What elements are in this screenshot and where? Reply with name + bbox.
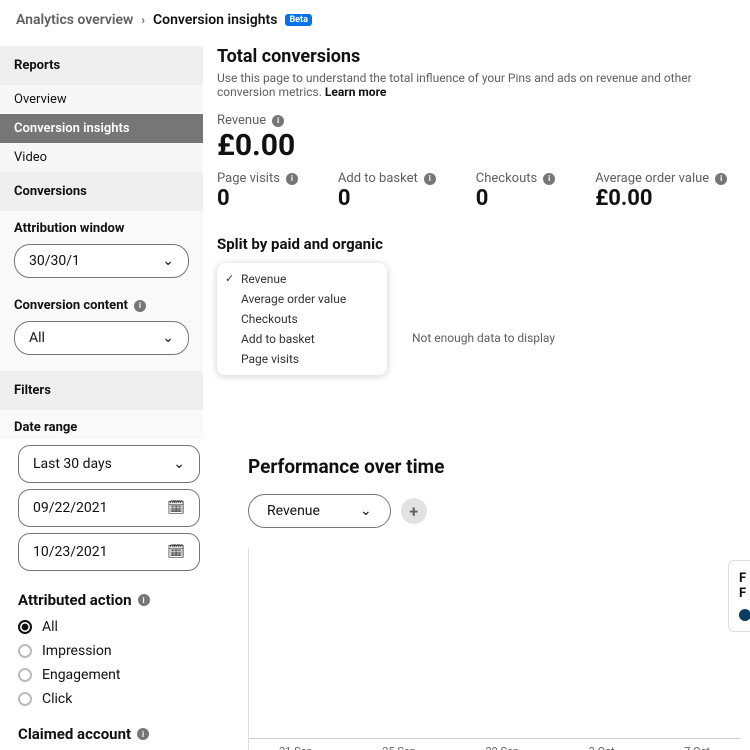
info-icon: i — [137, 728, 149, 740]
main-content: Total conversions Use this page to under… — [203, 46, 750, 439]
breadcrumb-parent[interactable]: Analytics overview — [16, 12, 133, 28]
attribution-window-select[interactable]: 30/30/1 ⌄ — [14, 244, 189, 278]
sidebar-section-filters: Filters — [0, 371, 203, 410]
chevron-down-icon: ⌄ — [173, 456, 185, 472]
metric-average-order-value: Average order valuei £0.00 — [595, 171, 727, 211]
claimed-account-title: Claimed account i — [0, 711, 218, 749]
info-icon: i — [543, 173, 555, 185]
radio-icon — [18, 692, 32, 706]
feedback-widget[interactable]: F F — [728, 560, 750, 632]
sidebar-item-conversion-insights[interactable]: Conversion insights — [0, 114, 203, 143]
conversion-content-label: Conversion content i — [0, 288, 203, 317]
revenue-label: Revenue — [217, 113, 266, 128]
metrics-row: Page visitsi 0 Add to basketi 0 Checkout… — [217, 171, 750, 211]
performance-title: Performance over time — [248, 455, 740, 478]
radio-icon — [18, 668, 32, 682]
performance-metric-select[interactable]: Revenue ⌄ — [248, 494, 391, 528]
sidebar-section-conversions: Conversions — [0, 172, 203, 211]
calendar-icon: 🗓 — [167, 500, 185, 516]
date-range-label: Date range — [0, 410, 203, 439]
dropdown-option-add-to-basket[interactable]: Add to basket — [217, 329, 387, 349]
learn-more-link[interactable]: Learn more — [325, 85, 386, 99]
split-dropdown-menu: Revenue Average order value Checkouts Ad… — [217, 263, 387, 375]
sidebar-section-reports: Reports — [0, 46, 203, 85]
attribution-window-value: 30/30/1 — [29, 253, 80, 269]
dropdown-option-revenue[interactable]: Revenue — [217, 269, 387, 289]
sidebar-item-overview[interactable]: Overview — [0, 85, 203, 114]
info-icon: i — [138, 594, 150, 606]
radio-icon — [18, 620, 32, 634]
revenue-value: £0.00 — [217, 128, 750, 163]
dropdown-option-page-visits[interactable]: Page visits — [217, 349, 387, 369]
split-metric-dropdown[interactable]: Revenue ⌄ Revenue Average order value Ch… — [217, 263, 750, 295]
attributed-action-click[interactable]: Click — [0, 687, 218, 711]
metric-value: 0 — [217, 186, 298, 211]
info-icon: i — [715, 173, 727, 185]
chevron-down-icon: ⌄ — [162, 253, 174, 269]
x-tick: 7 Oct — [684, 745, 710, 750]
date-preset-select[interactable]: Last 30 days ⌄ — [18, 445, 200, 483]
dropdown-option-checkouts[interactable]: Checkouts — [217, 309, 387, 329]
split-section-title: Split by paid and organic — [217, 235, 750, 253]
chevron-right-icon: › — [141, 13, 145, 27]
breadcrumb: Analytics overview › Conversion insights… — [0, 0, 750, 46]
metric-value: 0 — [476, 186, 555, 211]
conversion-content-value: All — [29, 330, 45, 346]
chevron-down-icon: ⌄ — [162, 330, 174, 346]
metric-add-to-basket: Add to basketi 0 — [338, 171, 436, 211]
dropdown-option-aov[interactable]: Average order value — [217, 289, 387, 309]
performance-chart: 21 Sep 25 Sep 29 Sep 3 Oct 7 Oct — [248, 548, 740, 750]
info-icon: i — [286, 173, 298, 185]
breadcrumb-current: Conversion insights — [153, 12, 277, 28]
radio-icon — [18, 644, 32, 658]
sidebar-item-video[interactable]: Video — [0, 143, 203, 172]
x-tick: 25 Sep — [382, 745, 416, 750]
revenue-block: Revenue i £0.00 — [217, 113, 750, 163]
metric-value: 0 — [338, 186, 436, 211]
conversion-content-select[interactable]: All ⌄ — [14, 321, 189, 355]
attributed-action-engagement[interactable]: Engagement — [0, 663, 218, 687]
page-title: Total conversions — [217, 46, 750, 67]
x-tick: 3 Oct — [589, 745, 615, 750]
x-tick: 29 Sep — [485, 745, 519, 750]
date-end-input[interactable]: 10/23/2021 🗓 — [18, 533, 200, 571]
performance-section: Performance over time Revenue ⌄ + 21 Sep… — [218, 439, 750, 750]
sidebar-lower: Last 30 days ⌄ 09/22/2021 🗓 10/23/2021 🗓… — [0, 439, 218, 750]
sidebar: Reports Overview Conversion insights Vid… — [0, 46, 203, 439]
chevron-down-icon: ⌄ — [360, 503, 372, 519]
chart-x-axis: 21 Sep 25 Sep 29 Sep 3 Oct 7 Oct — [249, 738, 740, 750]
date-start-input[interactable]: 09/22/2021 🗓 — [18, 489, 200, 527]
attribution-window-label: Attribution window — [0, 211, 203, 240]
add-metric-button[interactable]: + — [401, 498, 427, 524]
page-subtitle: Use this page to understand the total in… — [217, 71, 750, 99]
calendar-icon: 🗓 — [167, 544, 185, 560]
info-icon: i — [272, 115, 284, 127]
metric-checkouts: Checkoutsi 0 — [476, 171, 555, 211]
info-icon: i — [424, 173, 436, 185]
x-tick: 21 Sep — [279, 745, 313, 750]
info-icon: i — [134, 300, 146, 312]
attributed-action-impression[interactable]: Impression — [0, 639, 218, 663]
attributed-action-title: Attributed action i — [0, 577, 218, 615]
beta-badge: Beta — [285, 14, 311, 26]
metric-page-visits: Page visitsi 0 — [217, 171, 298, 211]
metric-value: £0.00 — [595, 186, 727, 211]
attributed-action-all[interactable]: All — [0, 615, 218, 639]
feedback-dot-icon — [739, 609, 750, 621]
